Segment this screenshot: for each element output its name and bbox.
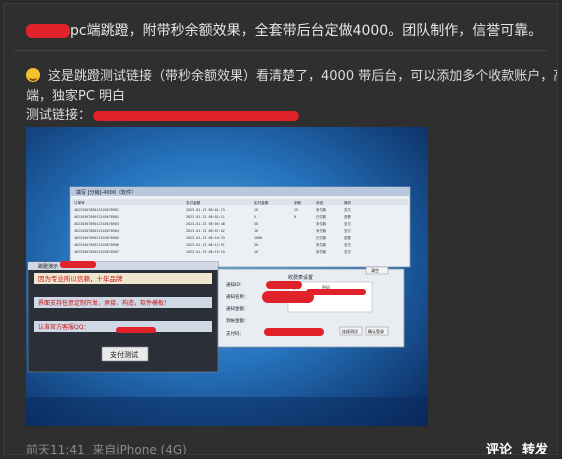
body-text-1: 这是跳蹬测试链接（带秒余额效果）看清楚了，4000 带后台，可以添加多个收款账户… (48, 69, 558, 84)
redaction-mark (266, 281, 302, 289)
pay-test-button[interactable]: 支付测试 (110, 350, 138, 359)
form-label-5: 支付码： (226, 330, 244, 337)
monitor-photo-svg: 填写 [分销]-4000（软件） 订单号 支付金额 实付金额 到帐 状态 操作 46234… (26, 127, 428, 426)
table-cell: 未付款 (316, 207, 327, 212)
table-cell: 支付 (344, 249, 351, 254)
redaction-mark (60, 261, 96, 268)
form-button-1-label[interactable]: 清空 (371, 267, 379, 273)
redacted-link[interactable] (93, 110, 300, 121)
table-cell: 25 (294, 208, 298, 212)
comment-button[interactable]: 评论 (486, 439, 512, 454)
popup-custom-text: 界面支持任意定制开发，承接、构造，软件模板！ (38, 299, 170, 307)
post-time: 前天11:41 (26, 443, 85, 455)
table-cell: 10 (254, 229, 258, 233)
form-button-2-label[interactable]: 连接测试 (342, 328, 358, 334)
form-button-3-label[interactable]: 确认登录 (368, 328, 384, 334)
test-link-label: 测试链接： (26, 108, 92, 123)
jump-popup-window: 跳蹬演示 因为专业所以信赖，十年品牌 界面支持任意定制开发，承接、构造，软件模板… (27, 261, 219, 373)
table-cell: 2023-01-13 08:01:23 (186, 208, 225, 212)
smile-emoji-icon (26, 68, 40, 82)
table-header-cell: 操作 (344, 200, 352, 205)
table-cell: 30 (254, 243, 258, 247)
table-header-cell: 状态 (316, 200, 324, 205)
table-cell: 已付款 (316, 214, 327, 219)
table-cell: 4623456789012345678903 (74, 222, 119, 226)
table-cell: 8 (294, 215, 296, 219)
redaction-mark (306, 289, 366, 295)
table-cell: 10 (254, 208, 258, 212)
table-cell: 2023-01-13 08:07:02 (186, 229, 225, 233)
post-body-line-3: 测试链接： (26, 104, 300, 123)
main-data-window: 填写 [分销]-4000（软件） 订单号 支付金额 实付金额 到帐 状态 操作 46234… (69, 186, 411, 268)
table-cell: 2023-01-13 08:02:11 (186, 215, 225, 219)
form-label-1: 通知ID： (226, 281, 244, 288)
form-label-4: 到帐金额： (226, 317, 249, 324)
table-cell: 4623456789012345678906 (74, 243, 119, 247)
divider (14, 50, 547, 51)
table-cell: 未付款 (316, 249, 327, 254)
table-cell: 5 (254, 215, 256, 219)
table-header-cell: 订单号 (74, 200, 85, 205)
table-cell: 4623456789012345678905 (74, 236, 119, 240)
table-cell: 未付款 (316, 242, 327, 247)
headline-text: pc端跳蹬，附带秒余额效果，全套带后台定做4000。团队制作，信誉可靠。 (70, 23, 543, 39)
post-body-line-2: 端，独家PC 明白 (26, 85, 125, 104)
table-cell: 4623456789012345678901 (74, 208, 119, 212)
body-text-2: 端，独家PC 明白 (26, 89, 126, 104)
popup-qq-text: 认准官方客服QQ： (38, 323, 89, 331)
redacted-username (26, 24, 70, 38)
table-cell: 2023-01-13 08:12:51 (186, 243, 225, 247)
post-meta: 前天11:41 来自iPhone (4G) (26, 441, 187, 455)
table-cell: 50 (254, 222, 258, 226)
redaction-mark (264, 328, 324, 336)
weibo-post-card: pc端跳蹬，附带秒余额效果，全套带后台定做4000。团队制作，信誉可靠。 这是跳… (3, 3, 558, 455)
table-cell: 4623456789012345678902 (74, 215, 119, 219)
table-cell: 未付款 (316, 221, 327, 226)
table-cell: 4623456789012345678907 (74, 250, 119, 254)
table-cell: 1000 (254, 236, 262, 240)
table-header-cell: 实付金额 (254, 200, 269, 205)
table-cell: 未付款 (316, 228, 327, 233)
popup-slogan: 因为专业所以信赖，十年品牌 (38, 274, 123, 283)
table-cell: 2023-01-13 08:05:40 (186, 222, 225, 226)
post-body-line-1: 这是跳蹬测试链接（带秒余额效果）看清楚了，4000 带后台，可以添加多个收款账户… (26, 65, 558, 84)
form-label-3: 通知金额： (226, 305, 249, 312)
table-cell: 4623456789012345678904 (74, 229, 119, 233)
table-header-cell: 支付金额 (186, 200, 201, 205)
post-source: 来自iPhone (4G) (92, 443, 187, 455)
table-cell: 10 (254, 250, 258, 254)
form-header: 收费表设置 (288, 274, 313, 281)
table-cell: 支付 (344, 207, 351, 212)
table-cell: 已付款 (316, 235, 327, 240)
table-cell: 查看 (344, 214, 351, 219)
table-cell: 2023-01-13 08:15:19 (186, 250, 225, 254)
table-cell: 支付 (344, 228, 351, 233)
table-cell: 查看 (344, 235, 351, 240)
table-header-cell: 到帐 (294, 200, 302, 205)
screen-bottom-shadow (26, 397, 428, 426)
popup-title: 跳蹬演示 (38, 263, 58, 270)
table-cell: 2023-01-13 08:10:33 (186, 236, 225, 240)
repost-button[interactable]: 转发 (522, 439, 548, 454)
window-title: 填写 [分销]-4000（软件） (76, 189, 136, 196)
form-label-2: 通知名称： (226, 293, 249, 300)
table-cell: 支付 (344, 242, 351, 247)
post-headline: pc端跳蹬，附带秒余额效果，全套带后台定做4000。团队制作，信誉可靠。 (26, 20, 542, 40)
redaction-mark (116, 327, 156, 333)
post-photo[interactable]: 填写 [分销]-4000（软件） 订单号 支付金额 实付金额 到帐 状态 操作 46234… (26, 127, 428, 426)
table-cell: 支付 (344, 221, 351, 226)
